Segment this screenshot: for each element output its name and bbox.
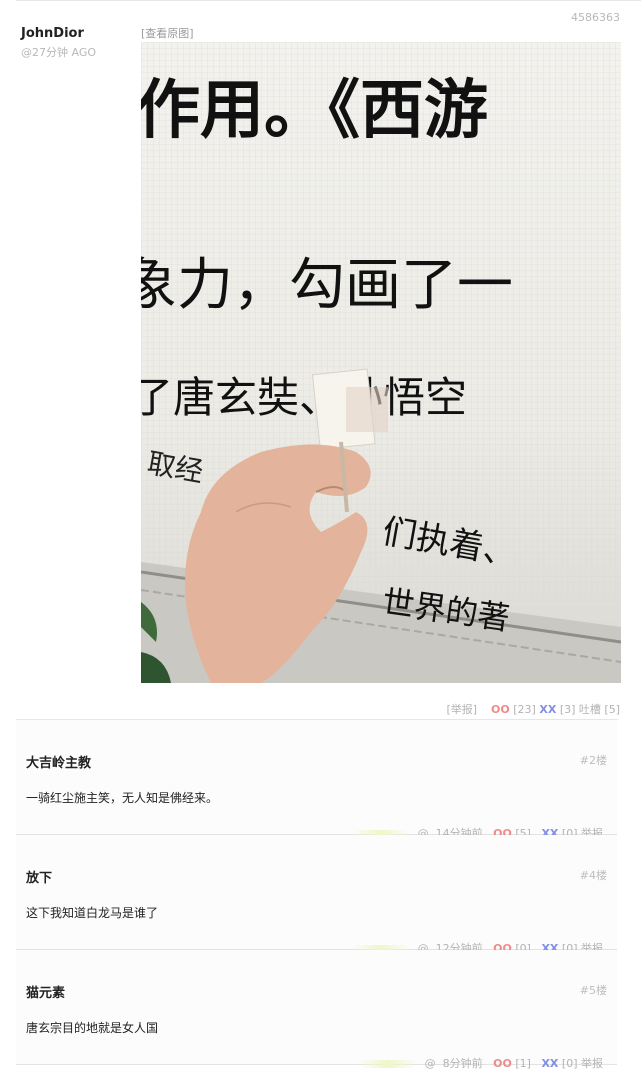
comment-floor[interactable]: #5楼	[580, 982, 607, 998]
oo-button[interactable]: OO	[493, 1057, 512, 1070]
comment-item: 猫元素 #5楼 唐玄宗目的地就是女人国 @ 8分钟前 OO [1] XX [0]…	[16, 950, 617, 1070]
tucao-count: [5]	[604, 703, 620, 716]
comment-author[interactable]: 猫元素	[26, 982, 65, 1001]
comment-item: 大吉岭主教 #2楼 一骑红尘施主笑，无人知是佛经来。 @ 14分钟前 OO [5…	[16, 720, 617, 840]
highlight-mark	[359, 1060, 418, 1068]
comment-actions: @ 8分钟前 OO [1] XX [0] 举报	[359, 1055, 603, 1071]
report-button[interactable]: [举报]	[446, 703, 477, 716]
comment-author[interactable]: 大吉岭主教	[26, 752, 91, 771]
post-actions: [举报] OO [23] XX [3] 吐槽 [5]	[446, 701, 620, 717]
comment-at: @	[424, 1057, 436, 1070]
tucao-button[interactable]: 吐槽	[579, 703, 601, 716]
oo-count: [23]	[513, 703, 536, 716]
top-divider	[16, 0, 641, 1]
xx-count: [3]	[559, 703, 576, 716]
comment-time: 8分钟前	[442, 1057, 483, 1070]
patch-shadow	[346, 387, 388, 432]
banner-text-line: 了唐玄奘、孙悟空	[141, 373, 467, 422]
post-image[interactable]: 作用。《西游 象力，勾画了一 了唐玄奘、孙悟空 取经 们执着、 世界的著	[141, 42, 621, 683]
xx-count: [0]	[561, 1057, 578, 1070]
banner-text-line: 作用。《西游	[141, 74, 488, 148]
xx-button[interactable]: XX	[539, 703, 556, 716]
post-time: @27分钟 AGO	[21, 46, 97, 59]
photo-illustration: 作用。《西游 象力，勾画了一 了唐玄奘、孙悟空 取经 们执着、 世界的著	[141, 42, 621, 683]
comment-text: 这下我知道白龙马是谁了	[26, 906, 159, 920]
comment-item: 放下 #4楼 这下我知道白龙马是谁了 @ 12分钟前 OO [0] XX [0]…	[16, 835, 617, 955]
oo-count: [1]	[515, 1057, 531, 1070]
post-author[interactable]: JohnDior	[21, 26, 84, 41]
comment-author[interactable]: 放下	[26, 867, 52, 886]
oo-button[interactable]: OO	[491, 703, 510, 716]
comment-text: 唐玄宗目的地就是女人国	[26, 1021, 159, 1035]
post-id: 4586363	[571, 11, 620, 24]
xx-button[interactable]: XX	[541, 1057, 558, 1070]
comment-text: 一骑红尘施主笑，无人知是佛经来。	[26, 791, 219, 805]
comment-floor[interactable]: #2楼	[580, 752, 607, 768]
report-button[interactable]: 举报	[581, 1057, 603, 1070]
view-original-link[interactable]: [查看原图]	[141, 25, 194, 41]
banner-text-line: 象力，勾画了一	[141, 253, 513, 318]
comment-floor[interactable]: #4楼	[580, 867, 607, 883]
